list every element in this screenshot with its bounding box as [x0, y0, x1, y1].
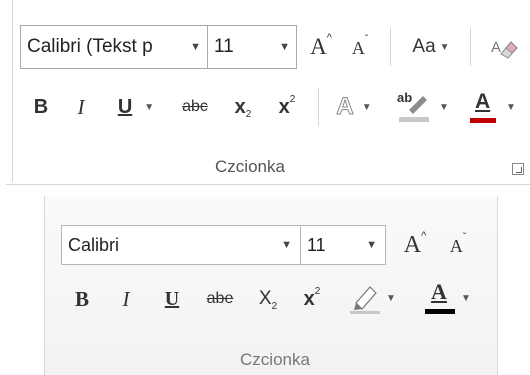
caret-up-icon: ^: [326, 32, 332, 44]
svg-text:A: A: [491, 39, 501, 56]
chevron-down-icon: ▼: [506, 101, 516, 113]
text-effects-button[interactable]: A ▼: [328, 88, 380, 126]
strikethrough-button[interactable]: abc: [176, 88, 214, 126]
subscript-icon: X: [258, 288, 272, 309]
font-name-combobox[interactable]: Calibri ▼: [61, 225, 301, 265]
superscript-button[interactable]: x 2: [295, 281, 329, 317]
font-color-bar: [425, 309, 456, 314]
font-color-button[interactable]: A ▼: [460, 86, 526, 128]
change-case-button[interactable]: Aa ▼: [400, 28, 462, 66]
eraser-icon: A: [491, 39, 518, 59]
superscript-icon: x: [303, 287, 315, 310]
group-border: [6, 184, 530, 185]
dialog-launcher-icon[interactable]: [512, 163, 524, 175]
highlighter-icon: [350, 286, 381, 314]
font-color-letter: A: [431, 279, 447, 304]
grow-font-icon: A: [403, 231, 422, 258]
shrink-font-icon: A: [351, 37, 365, 58]
font-color-icon: A: [425, 279, 456, 315]
grow-font-button[interactable]: A ^: [397, 226, 433, 264]
font-size-value: 11: [214, 36, 234, 57]
font-color-icon: A: [470, 90, 497, 124]
subscript-button[interactable]: x 2: [226, 88, 260, 126]
chevron-down-icon: ▼: [439, 101, 449, 113]
superscript-small: 2: [314, 285, 321, 297]
group-label: Czcionka: [215, 157, 285, 176]
separator: [470, 28, 471, 66]
font-size-combobox[interactable]: 11 ▼: [207, 25, 297, 69]
italic-button[interactable]: I: [66, 88, 96, 126]
chevron-down-icon: ▼: [144, 101, 155, 113]
highlighter-icon: ab: [397, 90, 431, 124]
font-size-value: 11: [307, 235, 326, 255]
font-size-combobox[interactable]: 11 ▼: [300, 225, 386, 265]
pen-icon: [399, 96, 430, 122]
subscript-small: 2: [271, 300, 278, 312]
superscript-icon: x: [278, 95, 290, 118]
shrink-font-button[interactable]: A ˇ: [441, 228, 475, 264]
bold-button[interactable]: B: [26, 88, 56, 126]
highlight-button[interactable]: ab ▼: [392, 86, 454, 128]
font-color-bar: [470, 118, 497, 123]
underline-icon: U: [117, 95, 133, 118]
separator: [390, 28, 391, 66]
grow-font-button[interactable]: A ^: [303, 28, 339, 66]
caret-down-icon: ˇ: [462, 231, 467, 243]
underline-button[interactable]: U ▼: [110, 88, 162, 126]
subscript-button[interactable]: X 2: [251, 281, 285, 317]
strikethrough-button[interactable]: abe: [201, 281, 239, 317]
text-effects-icon: A: [336, 93, 354, 121]
underline-button[interactable]: U: [157, 281, 187, 317]
separator: [318, 88, 319, 126]
highlight-button[interactable]: ▼: [341, 278, 403, 318]
caret-up-icon: ^: [421, 230, 427, 242]
chevron-down-icon[interactable]: ▼: [366, 226, 377, 264]
chevron-down-icon: ▼: [361, 101, 372, 113]
bold-button[interactable]: B: [67, 281, 97, 317]
caret-down-icon: ˇ: [364, 33, 369, 45]
group-label: Czcionka: [240, 350, 310, 369]
subscript-icon: x: [234, 95, 246, 118]
grow-font-icon: A: [310, 34, 327, 59]
clear-formatting-button[interactable]: A: [484, 28, 524, 66]
group-border: [12, 0, 13, 182]
chevron-down-icon: ▼: [439, 41, 450, 53]
font-name-value: Calibri: [68, 235, 120, 255]
chevron-down-icon[interactable]: ▼: [281, 226, 292, 264]
font-group-new: Calibri (Tekst p ▼ 11 ▼ A ^ A ˇ Aa ▼ A B…: [0, 0, 530, 185]
shrink-font-icon: A: [449, 235, 463, 256]
chevron-down-icon: ▼: [386, 292, 396, 304]
chevron-down-icon: ▼: [461, 292, 471, 304]
font-group-old: Calibri ▼ 11 ▼ A ^ A ˇ B I U abe X 2 x 2…: [44, 196, 498, 375]
superscript-small: 2: [289, 93, 296, 105]
font-color-letter: A: [475, 90, 491, 113]
change-case-icon: Aa: [412, 36, 436, 57]
shrink-font-button[interactable]: A ˇ: [343, 30, 377, 66]
chevron-down-icon[interactable]: ▼: [190, 26, 201, 68]
superscript-button[interactable]: x 2: [270, 88, 304, 126]
subscript-small: 2: [245, 108, 252, 120]
font-name-value: Calibri (Tekst p: [27, 36, 153, 57]
chevron-down-icon[interactable]: ▼: [279, 26, 290, 68]
font-name-combobox[interactable]: Calibri (Tekst p ▼: [20, 25, 208, 69]
italic-button[interactable]: I: [111, 281, 141, 317]
font-color-button[interactable]: A ▼: [415, 278, 481, 318]
